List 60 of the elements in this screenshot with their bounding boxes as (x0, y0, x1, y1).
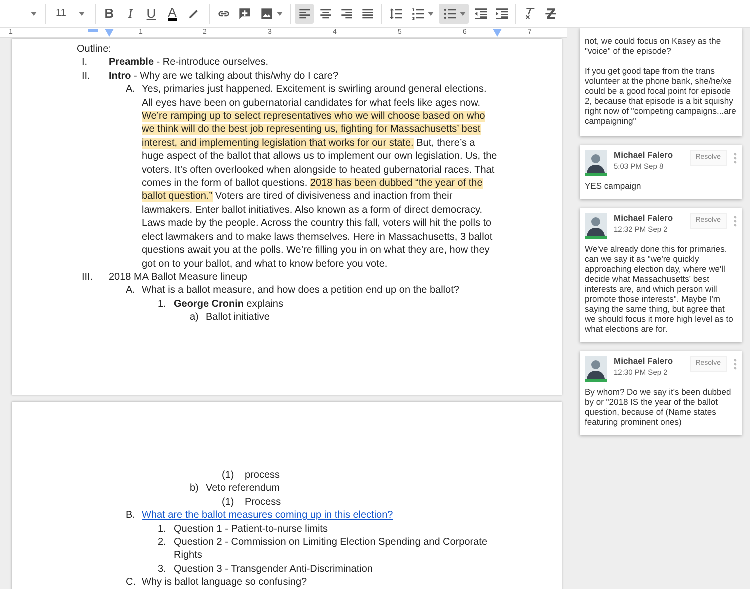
list-marker: b) (190, 482, 200, 496)
increase-indent-icon (494, 6, 510, 22)
outline-link[interactable]: What are the ballot measures coming up in this election? (142, 509, 394, 523)
italic-button[interactable]: I (121, 4, 140, 24)
outline-paragraph: Yes, primaries just happened. Excitement is swirling around general elections. All eyes have been on gubernatorial candidates for what feels like ages now. We’re ramping up to select representatives who we will choose based on who we think will do the best job representing us, fighting for Massachusetts’ best interest, and implementing legislation that works for our state. But, there’s a huge aspect of the ballot that allows us to implement our own legislation. Us, the voters. It’s often overlooked when alongside to heated gubernatorial races. That comes in the form of ballot questions. 2018 has been dubbed “the year of the ballot question.” Voters are tired of divisiveness and inaction from their lawmakers. Enter ballot initiatives. Also known as a form of direct democracy. Laws made by the people. Across the country this fall, voters will hit the polls to elect lawmakers and to make laws themselves. Here in Massachusetts, 3 ballot questions await you at the polls. We’re filling you in on what they are, how they got on to your ballot, and what to know before you vote. (142, 83, 498, 271)
avatar-icon (585, 356, 607, 382)
outline-item-text: Question 2 - Commission on Limiting Election Spending and Corporate Rights (174, 536, 489, 563)
comment-text: We've already done this for primaries. can we say it as "we're quickly approaching election day, where we'll decide what Massachusetts' best interests are, and which person will promote those interests". Maybe I'm saying the same thing, but agree that we should focus it more high level as to what elections are for. (585, 244, 734, 334)
list-marker: 3. (158, 562, 168, 576)
list-marker: (1) (222, 469, 236, 482)
text-color-button[interactable]: A (163, 4, 182, 24)
add-comment-icon (236, 6, 252, 22)
list-marker: III. (82, 270, 94, 284)
avatar-icon (585, 150, 607, 176)
outline-item-text: What is a ballot measure, and how does a petition end up on the ballot? (142, 284, 460, 298)
outline-item-text: George Cronin explains (174, 298, 284, 312)
comment-text: not, we could focus on Kasey as the "voice" of the episode? (585, 36, 722, 56)
comment-author: Michael Falero (614, 213, 674, 224)
bulleted-list-button[interactable] (439, 4, 469, 24)
avatar-icon (585, 213, 607, 239)
underline-button[interactable]: U (142, 4, 161, 24)
list-marker: (1) (222, 496, 236, 510)
list-marker: A. (126, 83, 136, 98)
outline-item-text: Intro - Why are we talking about this/why do I care? (109, 70, 339, 84)
comment-text: YES campaign (585, 181, 642, 191)
outline-item-text: Preamble - Re-introduce ourselves. (109, 56, 269, 70)
list-marker: A. (126, 284, 136, 298)
comment-text: If you get good tape from the trans volunteer at the phone bank, she/he/xe could be a good focal point for episode 2, because that episode is a bit squishy right now of "competing campaigns...are campaigning" (585, 66, 737, 126)
outline-item-text: Question 3 - Transgender Anti-Discrimination (174, 562, 373, 576)
outline-item-text: Veto referendum (206, 482, 280, 496)
outline-item-text: Question 1 - Patient-to-nurse limits (174, 522, 328, 536)
list-marker: 1. (158, 298, 168, 312)
caret-icon (79, 12, 85, 16)
outline-item-text: 2018 MA Ballot Measure lineup (109, 270, 248, 284)
comment-text: By whom? Do we say it's been dubbed by or "2018 IS the year of the ballot question, because of (Name states featuring prominent ones) (585, 387, 732, 427)
list-marker: C. (126, 576, 137, 589)
outline-item-text: Ballot initiative (206, 311, 270, 325)
z-letter-icon (542, 6, 558, 22)
caret-icon (460, 12, 466, 16)
comment-author: Michael Falero (614, 150, 674, 161)
list-marker: 1. (158, 522, 168, 536)
font-size-dropdown[interactable]: 11 (46, 4, 96, 24)
caret-icon (277, 12, 283, 16)
caret-icon (428, 12, 434, 16)
outline-heading: Outline: (76, 43, 112, 56)
bold-button[interactable]: B (100, 4, 119, 24)
list-marker: a) (190, 311, 200, 325)
align-left-button[interactable] (295, 4, 314, 24)
caret-icon (31, 12, 37, 16)
image-icon (259, 6, 275, 22)
list-marker: II. (82, 70, 92, 84)
list-marker: I. (82, 56, 89, 70)
comment-author: Michael Falero (614, 356, 674, 367)
decrease-indent-icon (472, 6, 488, 22)
outline-item-text: Why is ballot language so confusing? (142, 576, 308, 589)
outline-item-text: process (245, 469, 280, 482)
list-marker: 2. (158, 536, 168, 550)
outline-item-text: Process (245, 496, 282, 510)
numbered-list-icon (410, 6, 426, 22)
list-marker: B. (126, 509, 136, 523)
